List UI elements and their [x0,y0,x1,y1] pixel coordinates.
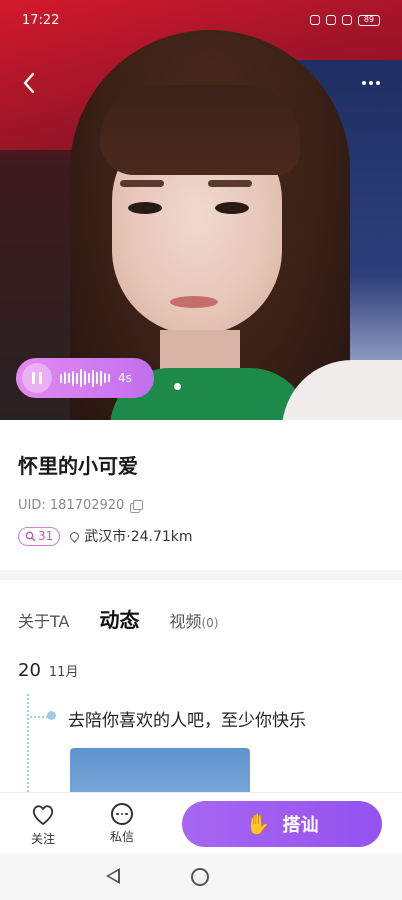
follow-button[interactable]: 关注 [30,803,56,847]
greet-button[interactable]: ✋ 搭讪 [182,801,382,847]
system-navigation-bar [0,854,402,900]
message-label: 私信 [110,830,135,844]
badge-count: 31 [38,529,54,543]
post-date-month: 11月 [48,665,79,680]
tab-videos-count: (0) [201,616,219,630]
waveform-bar [92,369,94,387]
vibrate-icon [326,15,336,25]
waveform-bar [88,373,90,383]
profile-tabs: 关于TA 动态 视频(0) [18,604,219,633]
tab-videos[interactable]: 视频(0) [169,608,218,632]
back-button[interactable] [14,68,44,98]
user-uid: UID: 181702920 [18,498,125,513]
pause-icon [39,372,42,384]
system-back-icon[interactable] [106,868,120,884]
status-time: 17:22 [22,12,60,28]
system-home-icon[interactable] [191,868,209,886]
location: 武汉市·24.71km [68,526,193,546]
section-divider [0,570,402,580]
voice-duration: 4s [118,371,132,385]
post-date: 20 11月 [18,660,78,681]
level-badge: 31 [18,526,61,546]
photo-bangs [100,85,300,175]
meta-row: 31 武汉市·24.71km [18,526,193,546]
status-bar: 17:22 89 [0,0,402,40]
photo-brow [208,180,252,187]
waveform-bar [80,369,82,387]
waveform-bar [96,372,98,384]
waveform-bar [84,371,86,385]
tab-moments[interactable]: 动态 [99,604,139,633]
location-text: 武汉市·24.71km [84,529,193,545]
voice-waveform [60,368,110,388]
waveform-bar [60,373,62,383]
waveform-bar [64,372,66,384]
photo-eye [128,202,162,214]
more-dot-icon [369,81,373,85]
waveform-bar [76,372,78,384]
greet-label: 搭讪 [282,815,319,836]
search-icon [25,531,36,541]
more-dot-icon [362,81,366,85]
waveform-bar [68,373,70,383]
profile-photo[interactable]: 17:22 89 4s [0,0,402,420]
timeline-line [27,694,29,800]
status-icons: 89 [310,14,380,26]
voice-intro-player[interactable]: 4s [16,358,154,398]
waveform-bar [100,370,102,386]
chevron-left-icon [23,72,35,94]
location-pin-icon [68,529,82,543]
pause-button[interactable] [22,363,52,393]
tab-about[interactable]: 关于TA [18,608,69,632]
bottom-action-bar: 关注 私信 ✋ 搭讪 [0,792,402,854]
waveform-bar [108,374,110,382]
post-date-day: 20 [18,660,41,681]
follow-label: 关注 [30,832,55,846]
heart-icon [32,805,54,825]
chat-bubble-icon [111,803,133,825]
pause-icon [32,372,35,384]
eye-icon [310,15,320,25]
page-dot [174,383,181,390]
wifi-icon [342,15,352,25]
battery-icon: 89 [358,14,380,26]
copy-icon[interactable] [130,500,144,513]
waveform-bar [72,370,74,386]
timeline-branch [30,716,48,718]
uid-row: UID: 181702920 [18,498,144,513]
photo-brow [120,180,164,187]
more-dot-icon [376,81,380,85]
post-text[interactable]: 去陪你喜欢的人吧，至少你快乐 [68,706,306,731]
photo-page-indicator [174,383,181,390]
waveform-bar [104,373,106,383]
photo-eye [215,202,249,214]
photo-lips [170,296,218,308]
message-button[interactable]: 私信 [110,803,134,845]
more-options-button[interactable] [356,68,386,98]
timeline-dot [47,711,56,720]
user-name: 怀里的小可爱 [18,454,138,478]
profile-info: 怀里的小可爱 UID: 181702920 31 武汉市·24.71km [0,420,402,570]
waving-hand-icon: ✋ [245,812,271,836]
